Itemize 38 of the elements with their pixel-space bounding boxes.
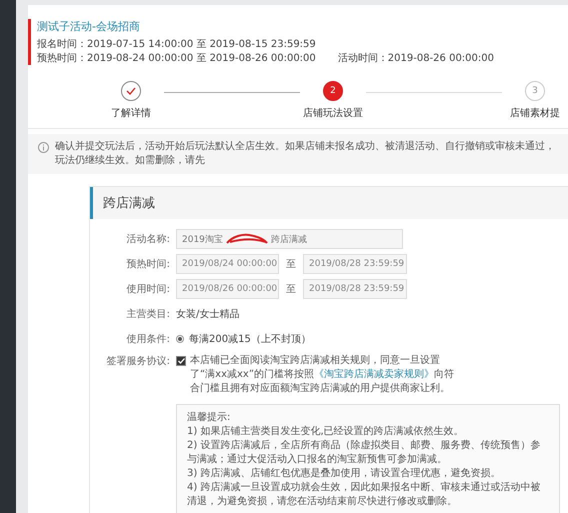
field-label: 使用条件: [126, 333, 171, 346]
date-input[interactable]: 2019/08/28 23:59:59 [303, 279, 407, 299]
range-separator: 至 [286, 258, 296, 271]
step-label: 店铺素材提 [510, 106, 560, 120]
time-text: 活动时间：2019-08-26 00:00:00 [338, 52, 494, 65]
field-label: 活动名称: [126, 233, 171, 246]
radio-label: 每满200减15（上不封顶） [189, 332, 311, 346]
agreement-checkbox[interactable] [176, 356, 186, 366]
step-label: 了解详情 [111, 106, 151, 120]
check-icon [126, 87, 136, 95]
field-value: 女装/女士精品 [176, 308, 240, 321]
notice-text: 确认并提交玩法后，活动开始后玩法默认全店生效。如果店铺未报名成功、被清退活动、自行撤销或审核未通过，玩法仍继续生效。如需删除，请先 [55, 140, 556, 168]
date-input[interactable]: 2019/08/24 00:00:00 [176, 254, 279, 274]
field-label: 签署服务协议: [106, 354, 171, 368]
time-text: 预热时间：2019-08-24 00:00:00 至 2019-08-26 00:00:00 [37, 52, 316, 65]
tip-text: 2) 设置跨店满减后，全店所有商品（除虚拟类目、邮费、服务费、传统预售）参与满减；通过大促活动入口报名的淘宝新预售可参加满减。 [187, 439, 542, 467]
field-label: 主营类目: [126, 308, 171, 321]
radio-button[interactable] [176, 335, 184, 343]
scribble-drawing [224, 233, 269, 245]
info-icon [38, 142, 49, 153]
agreement-text: 本店铺已全面阅读淘宝跨店满减相关规则，同意一旦设置了“满xx减xx”的门槛将按照《淘宝跨店满减卖家规则》向符合门槛且拥有对应面额淘宝跨店满减的用户提供商家让利。 [190, 354, 456, 396]
date-input[interactable]: 2019/08/28 23:59:59 [303, 254, 407, 274]
range-separator: 至 [286, 283, 296, 296]
name-input[interactable]: 2019淘宝 跨店满减 [176, 229, 403, 249]
date-input[interactable]: 2019/08/26 00:00:00 [176, 279, 279, 299]
step-label: 店铺玩法设置 [303, 106, 363, 120]
activity-title: 测试子活动-会场招商 [37, 19, 141, 34]
time-text: 报名时间：2019-07-15 14:00:00 至 2019-08-15 23:59:59 [37, 38, 316, 51]
step-circle: 3 [525, 81, 545, 101]
field-label: 使用时间: [126, 282, 171, 296]
tip-text: 1) 如果店铺主营类目发生变化,已经设置的跨店满减依然生效。 [187, 425, 465, 439]
step-circle: 2 [323, 81, 343, 101]
panel-title: 跨店满减 [90, 187, 568, 219]
tip-text: 4) 跨店满减一旦设置成功就会生效，因此如果报名中断、审核未通过或活动中被清退，为避免资损，请您在活动结束前尽快进行修改或删除。 [187, 481, 542, 509]
tips-title: 温馨提示: [187, 411, 232, 425]
field-label: 预热时间: [126, 258, 171, 271]
tip-text: 3) 跨店满减、店铺红包优惠是叠加使用，请设置合理优惠，避免资损。 [187, 467, 502, 481]
rules-link[interactable]: 《淘宝跨店满减卖家规则》 [314, 369, 434, 380]
